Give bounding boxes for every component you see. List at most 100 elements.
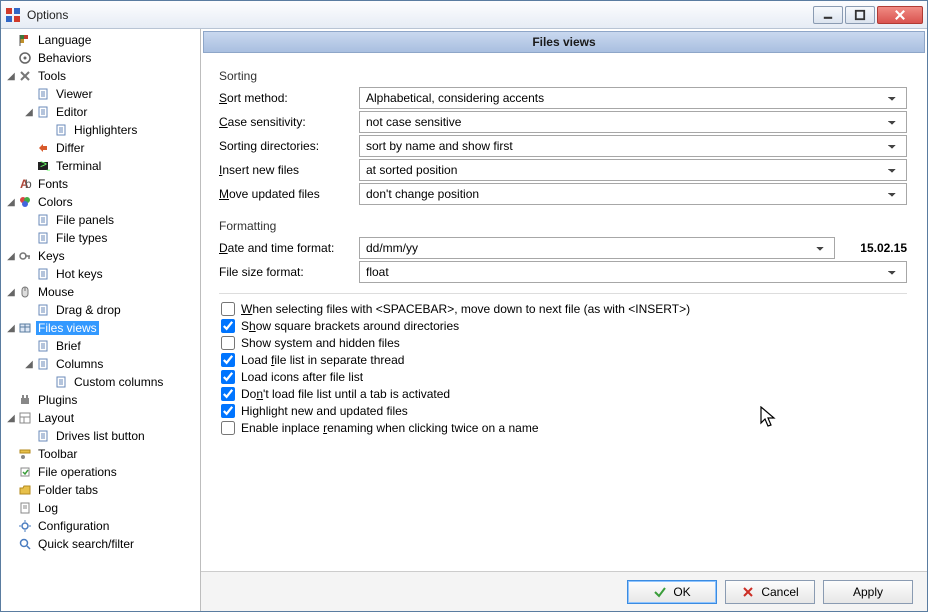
hidden-checkbox[interactable] xyxy=(221,336,235,350)
view-icon xyxy=(17,320,33,336)
lazytab-checkbox[interactable] xyxy=(221,387,235,401)
tree-node-label: File panels xyxy=(54,213,116,227)
search-icon xyxy=(17,536,33,552)
page-icon xyxy=(53,122,69,138)
hidden-label: Show system and hidden files xyxy=(241,336,400,350)
tree-node-differ[interactable]: Differ xyxy=(1,139,200,157)
case-sensitivity-select[interactable]: not case sensitive xyxy=(359,111,907,133)
tree-twisty-icon[interactable]: ◢ xyxy=(5,287,17,298)
tree-node-label: Drag & drop xyxy=(54,303,123,317)
sorting-directories-select[interactable]: sort by name and show first xyxy=(359,135,907,157)
tree-node-label: File types xyxy=(54,231,109,245)
date-format-input[interactable] xyxy=(359,237,835,259)
sort-method-select[interactable]: Alphabetical, considering accents xyxy=(359,87,907,109)
differ-icon xyxy=(35,140,51,156)
tree-node-label: Log xyxy=(36,501,60,515)
tree-twisty-icon[interactable]: ◢ xyxy=(5,323,17,334)
tree-node-tools[interactable]: ◢Tools xyxy=(1,67,200,85)
tree-node-label: Toolbar xyxy=(36,447,79,461)
page-icon xyxy=(35,428,51,444)
tree-node-drives-list-button[interactable]: Drives list button xyxy=(1,427,200,445)
thread-checkbox[interactable] xyxy=(221,353,235,367)
tree-twisty-icon[interactable]: ◢ xyxy=(5,251,17,262)
folder-icon xyxy=(17,482,33,498)
keys-icon xyxy=(17,248,33,264)
tree-node-files-views[interactable]: ◢Files views xyxy=(1,319,200,337)
tree-node-language[interactable]: Language xyxy=(1,31,200,49)
tree-twisty-icon[interactable]: ◢ xyxy=(23,107,35,118)
options-tree[interactable]: Language Behaviors ◢Tools Viewer ◢Editor High… xyxy=(1,29,201,611)
tree-node-plugins[interactable]: Plugins xyxy=(1,391,200,409)
tree-node-mouse[interactable]: ◢Mouse xyxy=(1,283,200,301)
tree-node-label: Viewer xyxy=(54,87,94,101)
tree-node-file-operations[interactable]: File operations xyxy=(1,463,200,481)
insert-new-files-select[interactable]: at sorted position xyxy=(359,159,907,181)
rename-label: Enable inplace renaming when clicking tw… xyxy=(241,421,539,435)
tree-node-viewer[interactable]: Viewer xyxy=(1,85,200,103)
page-icon xyxy=(35,302,51,318)
tree-node-editor[interactable]: ◢Editor xyxy=(1,103,200,121)
tree-node-keys[interactable]: ◢ Keys xyxy=(1,247,200,265)
page-title: Files views xyxy=(203,31,925,53)
tree-node-label: Plugins xyxy=(36,393,79,407)
tree-node-highlighters[interactable]: Highlighters xyxy=(1,121,200,139)
close-button[interactable] xyxy=(877,6,923,24)
fonts-icon: Ab xyxy=(17,176,33,192)
minimize-button[interactable] xyxy=(813,6,843,24)
cancel-button-label: Cancel xyxy=(761,585,798,599)
tree-node-label: Keys xyxy=(36,249,67,263)
move-updated-files-select[interactable]: don't change position xyxy=(359,183,907,205)
maximize-button[interactable] xyxy=(845,6,875,24)
tree-node-hot-keys[interactable]: Hot keys xyxy=(1,265,200,283)
tree-node-label: Colors xyxy=(36,195,75,209)
tree-node-drag-drop[interactable]: Drag & drop xyxy=(1,301,200,319)
tree-node-log[interactable]: Log xyxy=(1,499,200,517)
tree-node-terminal[interactable]: >_Terminal xyxy=(1,157,200,175)
tree-node-custom-columns[interactable]: Custom columns xyxy=(1,373,200,391)
ok-button-label: OK xyxy=(673,585,690,599)
tree-node-file-panels[interactable]: File panels xyxy=(1,211,200,229)
cancel-button[interactable]: Cancel xyxy=(725,580,815,604)
tree-node-columns[interactable]: ◢Columns xyxy=(1,355,200,373)
window-title: Options xyxy=(27,8,813,22)
icons-checkbox[interactable] xyxy=(221,370,235,384)
spacebar-checkbox[interactable] xyxy=(221,302,235,316)
tree-node-brief[interactable]: Brief xyxy=(1,337,200,355)
tree-node-toolbar[interactable]: Toolbar xyxy=(1,445,200,463)
config-icon xyxy=(17,518,33,534)
page-icon xyxy=(53,374,69,390)
mouse-icon xyxy=(17,284,33,300)
page-icon xyxy=(35,338,51,354)
tree-twisty-icon[interactable]: ◢ xyxy=(23,359,35,370)
titlebar: Options xyxy=(1,1,927,29)
formatting-group-label: Formatting xyxy=(219,219,907,233)
brackets-checkbox[interactable] xyxy=(221,319,235,333)
tree-twisty-icon[interactable]: ◢ xyxy=(5,197,17,208)
page-icon xyxy=(35,104,51,120)
tree-node-label: Quick search/filter xyxy=(36,537,136,551)
svg-text:b: b xyxy=(25,177,32,191)
rename-checkbox[interactable] xyxy=(221,421,235,435)
toolbar-icon xyxy=(17,446,33,462)
tree-twisty-icon[interactable]: ◢ xyxy=(5,71,17,82)
tree-node-label: Behaviors xyxy=(36,51,93,65)
highlight-checkbox[interactable] xyxy=(221,404,235,418)
highlight-label: Highlight new and updated files xyxy=(241,404,408,418)
file-size-format-select[interactable]: float xyxy=(359,261,907,283)
tree-node-file-types[interactable]: File types xyxy=(1,229,200,247)
tree-node-colors[interactable]: ◢ Colors xyxy=(1,193,200,211)
log-icon xyxy=(17,500,33,516)
ok-button[interactable]: OK xyxy=(627,580,717,604)
tree-node-folder-tabs[interactable]: Folder tabs xyxy=(1,481,200,499)
tree-node-layout[interactable]: ◢Layout xyxy=(1,409,200,427)
tree-node-fonts[interactable]: AbFonts xyxy=(1,175,200,193)
tree-node-label: Highlighters xyxy=(72,123,139,137)
tree-twisty-icon[interactable]: ◢ xyxy=(5,413,17,424)
tree-node-label: File operations xyxy=(36,465,119,479)
apply-button[interactable]: Apply xyxy=(823,580,913,604)
tree-node-configuration[interactable]: Configuration xyxy=(1,517,200,535)
svg-text:>_: >_ xyxy=(40,159,50,171)
tree-node-quick-search-filter[interactable]: Quick search/filter xyxy=(1,535,200,553)
sort-method-label: Sort method: xyxy=(219,91,349,105)
tree-node-behaviors[interactable]: Behaviors xyxy=(1,49,200,67)
